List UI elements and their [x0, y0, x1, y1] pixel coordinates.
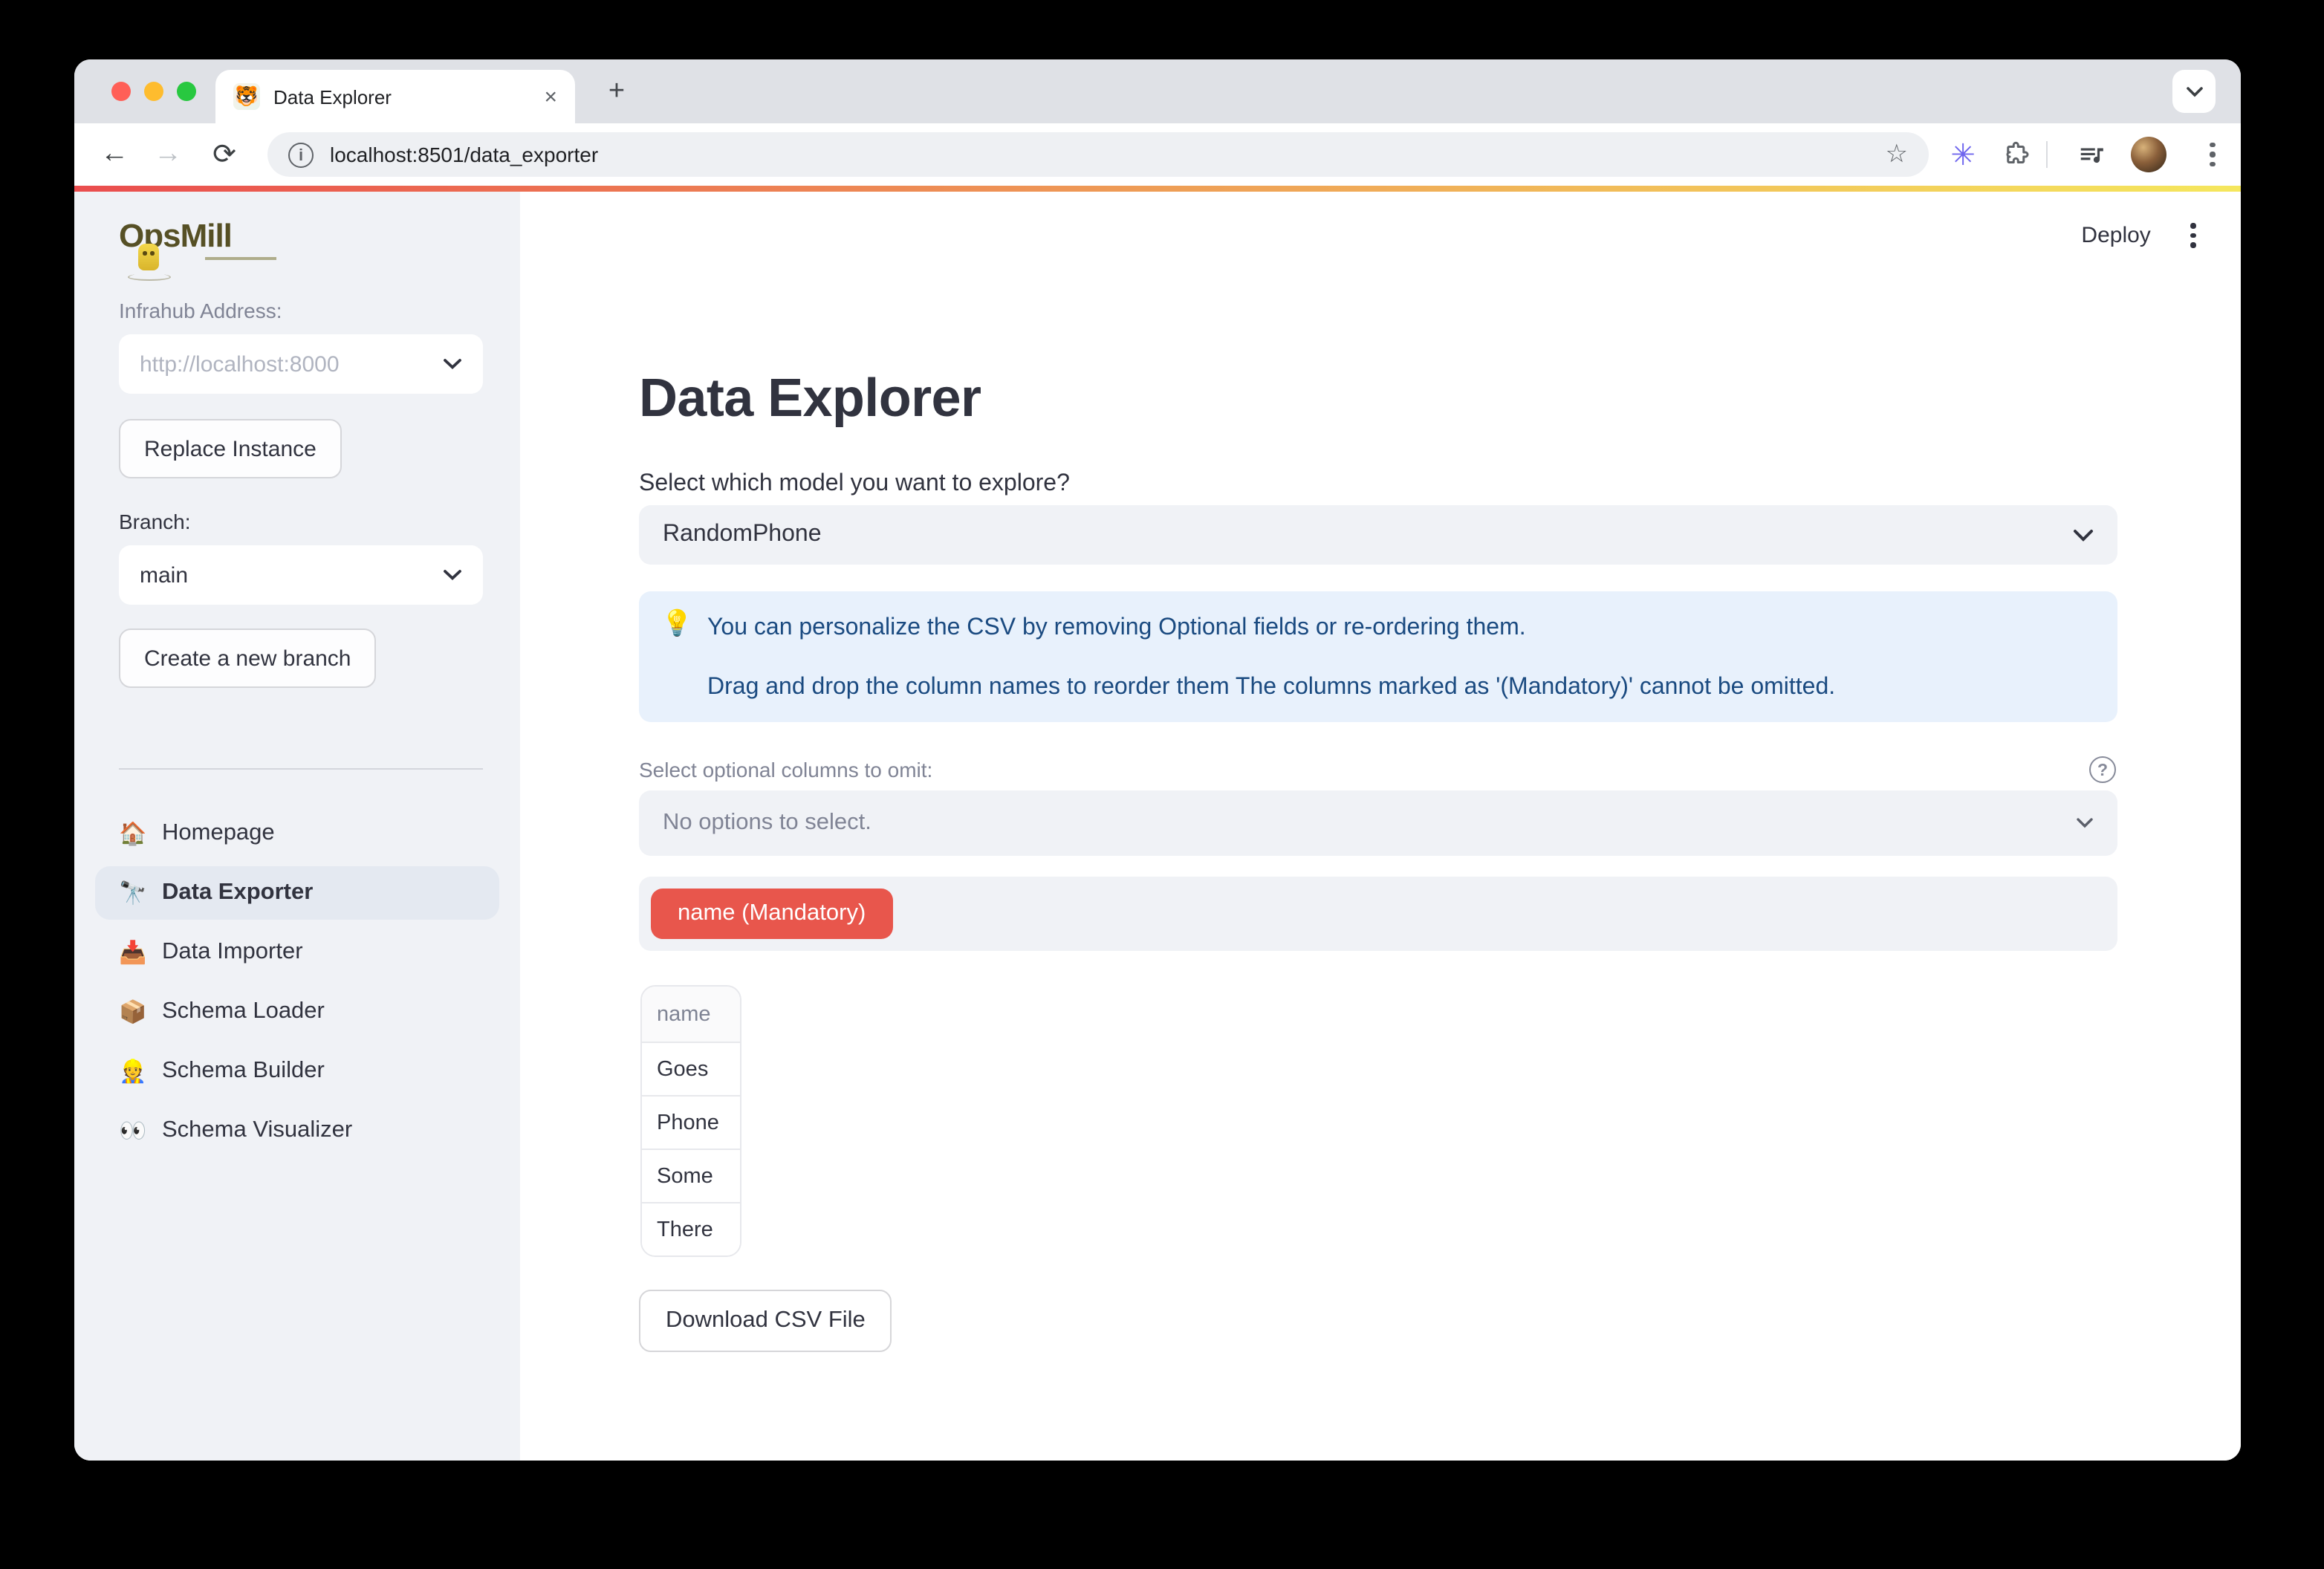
- chevron-down-icon: [443, 358, 462, 370]
- opsmill-mascot-shadow: [128, 273, 171, 281]
- info-line-2: Drag and drop the column names to reorde…: [707, 670, 1835, 706]
- toolbar-divider: [2046, 141, 2048, 168]
- sidebar: OpsMill Infrahub Address: http://localho…: [74, 192, 520, 1461]
- app-decoration-bar: [74, 186, 2241, 192]
- sidebar-item-schema-loader[interactable]: 📦 Schema Loader: [95, 985, 499, 1039]
- lightbulb-icon: 💡: [661, 609, 692, 639]
- opsmill-logo: OpsMill: [119, 217, 327, 285]
- sidebar-item-label: Homepage: [162, 820, 275, 847]
- address-bar[interactable]: i localhost:8501/data_exporter ☆: [267, 132, 1929, 177]
- sidebar-item-schema-visualizer[interactable]: 👀 Schema Visualizer: [95, 1104, 499, 1157]
- browser-tab[interactable]: 🐯 Data Explorer ×: [215, 70, 575, 123]
- table-row: Some: [642, 1150, 740, 1203]
- sidebar-item-label: Schema Loader: [162, 998, 325, 1025]
- desktop-background: 🐯 Data Explorer × + ← → ⟳ i localhost:85…: [0, 0, 2324, 1569]
- extensions-puzzle-icon[interactable]: [1994, 123, 2039, 186]
- table-header-cell: name: [642, 987, 740, 1043]
- back-button[interactable]: ←: [92, 123, 137, 186]
- branch-select[interactable]: main: [119, 545, 483, 605]
- instance-select-value: http://localhost:8000: [140, 351, 443, 377]
- window-controls: [111, 82, 196, 101]
- page-title: Data Explorer: [639, 367, 981, 429]
- info-box: 💡 You can personalize the CSV by removin…: [639, 591, 2117, 722]
- chevron-down-icon: [2073, 528, 2094, 542]
- close-window-button[interactable]: [111, 82, 131, 101]
- tab-strip: 🐯 Data Explorer × +: [74, 59, 2241, 123]
- column-order-strip: name (Mandatory): [639, 877, 2117, 951]
- browser-menu-icon[interactable]: [2199, 140, 2226, 169]
- chevron-down-icon: [2185, 85, 2203, 97]
- bookmark-star-icon[interactable]: ☆: [1886, 140, 1909, 169]
- sidebar-item-data-importer[interactable]: 📥 Data Importer: [95, 926, 499, 979]
- model-select-value: RandomPhone: [663, 522, 2073, 548]
- new-tab-button[interactable]: +: [597, 73, 636, 111]
- opsmill-mascot-icon: [138, 244, 159, 270]
- streamlit-app: OpsMill Infrahub Address: http://localho…: [74, 192, 2241, 1461]
- inbox-icon: 📥: [119, 939, 146, 966]
- reload-button[interactable]: ⟳: [202, 123, 247, 186]
- telescope-icon: 🔭: [119, 880, 146, 906]
- branch-select-value: main: [140, 562, 443, 588]
- tab-close-icon[interactable]: ×: [544, 84, 557, 109]
- download-csv-button[interactable]: Download CSV File: [639, 1290, 892, 1352]
- tab-title: Data Explorer: [273, 85, 532, 108]
- home-icon: 🏠: [119, 820, 146, 847]
- zoom-window-button[interactable]: [177, 82, 196, 101]
- forward-button[interactable]: →: [146, 123, 190, 186]
- opsmill-tagline: [205, 257, 276, 261]
- model-select[interactable]: RandomPhone: [639, 505, 2117, 565]
- infrahub-address-label: Infrahub Address:: [119, 299, 282, 322]
- tab-favicon-icon: 🐯: [233, 83, 260, 110]
- replace-instance-button[interactable]: Replace Instance: [119, 419, 342, 478]
- table-row: Goes: [642, 1043, 740, 1097]
- media-playlist-icon[interactable]: [2068, 123, 2113, 186]
- chevron-down-icon: [443, 569, 462, 581]
- browser-window: 🐯 Data Explorer × + ← → ⟳ i localhost:85…: [74, 59, 2241, 1461]
- mandatory-column-pill[interactable]: name (Mandatory): [651, 889, 892, 939]
- sidebar-item-label: Data Exporter: [162, 880, 313, 906]
- sidebar-item-label: Schema Visualizer: [162, 1117, 352, 1144]
- create-branch-button[interactable]: Create a new branch: [119, 628, 377, 688]
- info-line-1: You can personalize the CSV by removing …: [707, 611, 1526, 646]
- sidebar-item-label: Schema Builder: [162, 1058, 325, 1085]
- instance-select[interactable]: http://localhost:8000: [119, 334, 483, 394]
- sidebar-item-label: Data Importer: [162, 939, 303, 966]
- extension-asterisk-icon[interactable]: ✳: [1941, 123, 1985, 186]
- omit-columns-label: Select optional columns to omit:: [639, 758, 932, 782]
- package-icon: 📦: [119, 998, 146, 1025]
- chevron-down-icon: [2076, 817, 2094, 829]
- sidebar-item-homepage[interactable]: 🏠 Homepage: [95, 807, 499, 860]
- deploy-button[interactable]: Deploy: [2081, 223, 2150, 248]
- url-text: localhost:8501/data_exporter: [330, 143, 1886, 166]
- eyes-icon: 👀: [119, 1117, 146, 1144]
- sidebar-item-data-exporter[interactable]: 🔭 Data Exporter: [95, 866, 499, 920]
- profile-avatar[interactable]: [2131, 137, 2166, 172]
- sidebar-nav: 🏠 Homepage 🔭 Data Exporter 📥 Data Import…: [95, 807, 499, 1157]
- app-header: Deploy: [2081, 223, 2196, 248]
- app-menu-icon[interactable]: [2191, 223, 2196, 248]
- site-info-icon[interactable]: i: [288, 142, 314, 167]
- table-row: There: [642, 1203, 740, 1255]
- tab-search-button[interactable]: [2172, 70, 2216, 113]
- sidebar-divider: [119, 768, 483, 770]
- opsmill-logo-text: OpsMill: [119, 217, 232, 254]
- table-row: Phone: [642, 1097, 740, 1150]
- main-content: Deploy Data Explorer Select which model …: [520, 192, 2241, 1461]
- branch-label: Branch:: [119, 510, 191, 533]
- minimize-window-button[interactable]: [144, 82, 163, 101]
- browser-toolbar: ← → ⟳ i localhost:8501/data_exporter ☆ ✳: [74, 123, 2241, 186]
- model-select-label: Select which model you want to explore?: [639, 471, 1070, 498]
- omit-columns-multiselect[interactable]: No options to select.: [639, 790, 2117, 856]
- omit-multiselect-placeholder: No options to select.: [663, 810, 2076, 837]
- sidebar-item-schema-builder[interactable]: 👷 Schema Builder: [95, 1045, 499, 1098]
- help-icon[interactable]: ?: [2089, 756, 2116, 783]
- construction-worker-icon: 👷: [119, 1058, 146, 1085]
- preview-table: name Goes Phone Some There: [640, 985, 741, 1257]
